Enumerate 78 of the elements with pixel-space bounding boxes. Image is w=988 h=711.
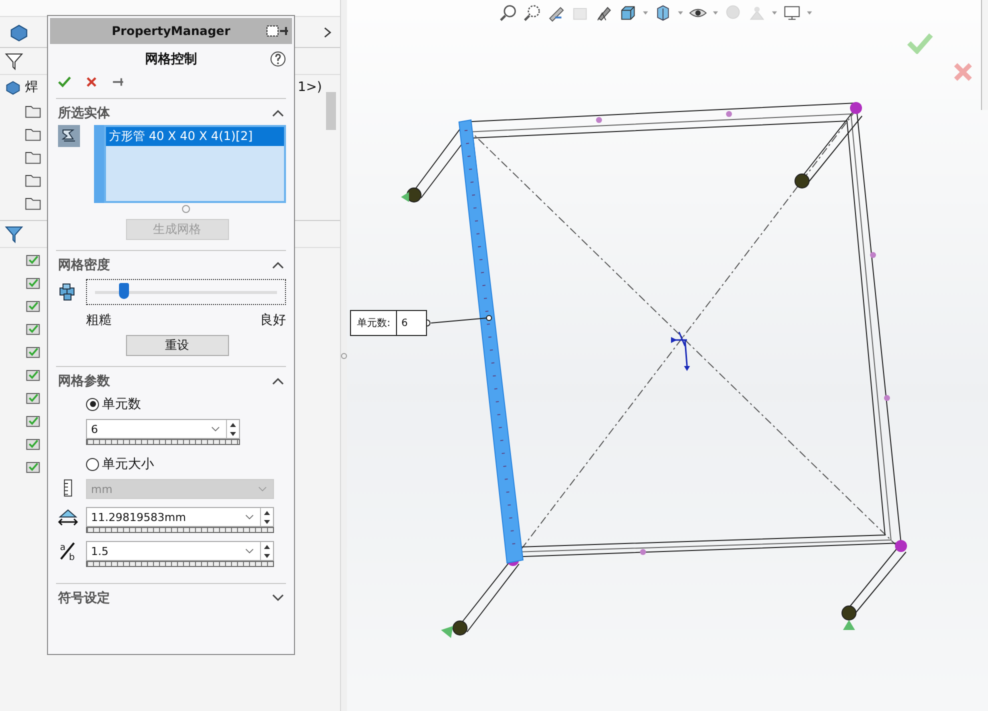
caret-icon[interactable] xyxy=(245,548,254,554)
mesh-node-marker xyxy=(640,549,646,555)
zoom-area-icon[interactable] xyxy=(523,4,541,22)
callout-label: 单元数: xyxy=(351,311,398,335)
caret-icon[interactable] xyxy=(678,11,683,15)
mesh-density-slider[interactable] xyxy=(86,279,286,305)
callout-value: 6 xyxy=(400,316,409,330)
chevron-up-icon[interactable] xyxy=(272,109,284,117)
radio-button[interactable] xyxy=(86,398,99,410)
configuration-suffix: 1>) xyxy=(298,80,322,94)
slider-max-label: 良好 xyxy=(260,312,286,329)
selection-list[interactable]: 方形管 40 X 40 X 4(1)[2] xyxy=(104,125,286,203)
foot-marker xyxy=(794,174,810,188)
part-icon xyxy=(4,78,22,96)
thumbwheel[interactable] xyxy=(86,527,274,533)
caret-icon[interactable] xyxy=(807,11,812,15)
accept-checkmark-icon[interactable] xyxy=(907,32,933,54)
panel-title: 网格控制 xyxy=(145,51,197,68)
chevron-right-icon[interactable] xyxy=(323,26,332,38)
caret-icon[interactable] xyxy=(713,11,718,15)
close-icon[interactable] xyxy=(85,76,98,88)
tree-root-label[interactable]: 焊 xyxy=(25,78,38,96)
foot-marker xyxy=(842,606,856,620)
beam-icon xyxy=(58,125,80,147)
radio-button[interactable] xyxy=(86,458,99,470)
mesh-node-marker xyxy=(726,111,732,117)
radio-option[interactable]: 单元大小 xyxy=(86,455,286,473)
support-marker-icon xyxy=(843,620,855,630)
cube-icon[interactable] xyxy=(619,4,637,22)
pin-icon[interactable] xyxy=(112,76,125,88)
slider-min-label: 粗糙 xyxy=(86,312,112,329)
checkmark-icon[interactable] xyxy=(58,76,71,88)
section-title[interactable]: 网格参数 xyxy=(58,372,110,390)
element-count-field[interactable]: 6 xyxy=(86,419,240,439)
thumbwheel[interactable] xyxy=(86,561,274,567)
foot-marker xyxy=(406,188,422,202)
caret-icon[interactable] xyxy=(211,426,220,432)
chevron-up-icon[interactable] xyxy=(272,377,284,385)
chevron-down-icon[interactable] xyxy=(272,594,284,602)
support-marker-icon xyxy=(441,626,453,638)
graphics-viewport[interactable]: 单元数: 6 xyxy=(347,0,988,711)
mesh-node-marker xyxy=(884,395,890,401)
resize-handle[interactable] xyxy=(182,205,190,213)
caret-icon[interactable] xyxy=(772,11,777,15)
joint-marker xyxy=(895,540,907,552)
zoom-to-fit-icon[interactable] xyxy=(499,4,517,22)
foot-marker xyxy=(452,620,468,636)
section-title[interactable]: 所选实体 xyxy=(58,104,110,122)
reset-button[interactable]: 重设 xyxy=(126,335,228,356)
list-item[interactable]: 方形管 40 X 40 X 4(1)[2] xyxy=(106,127,284,146)
mesh-node-marker xyxy=(870,252,876,258)
element-size-icon xyxy=(56,507,80,527)
element-size-field[interactable]: 11.29819583mm xyxy=(86,507,274,527)
filter-icon[interactable] xyxy=(4,51,24,71)
shaded-cube-icon[interactable] xyxy=(654,4,672,22)
slider-thumb[interactable] xyxy=(119,282,130,298)
pin-icon[interactable] xyxy=(266,24,290,38)
joint-marker xyxy=(850,102,862,114)
mesh-node-marker xyxy=(596,117,602,123)
filter-icon[interactable] xyxy=(4,224,24,244)
section-view-icon[interactable] xyxy=(547,4,565,22)
coordinate-triad-icon xyxy=(670,331,690,371)
section-title[interactable]: 符号设定 xyxy=(58,589,110,607)
camera-icon[interactable] xyxy=(595,4,613,22)
radio-option[interactable]: 单元数 xyxy=(86,395,286,413)
monitor-icon[interactable] xyxy=(783,4,801,22)
chevron-up-icon[interactable] xyxy=(272,261,284,269)
help-icon[interactable] xyxy=(270,51,286,67)
support-marker-icon xyxy=(401,192,409,202)
thumbwheel[interactable] xyxy=(86,439,240,445)
section-title[interactable]: 网格密度 xyxy=(58,256,110,274)
scrollbar[interactable] xyxy=(326,92,336,130)
radio-label[interactable]: 单元大小 xyxy=(102,455,154,473)
ratio-field[interactable]: 1.5 xyxy=(86,541,274,561)
radio-label[interactable]: 单元数 xyxy=(102,395,141,413)
caret-icon[interactable] xyxy=(245,514,254,520)
caret-icon[interactable] xyxy=(643,11,648,15)
panel-header-title: PropertyManager xyxy=(112,24,230,38)
